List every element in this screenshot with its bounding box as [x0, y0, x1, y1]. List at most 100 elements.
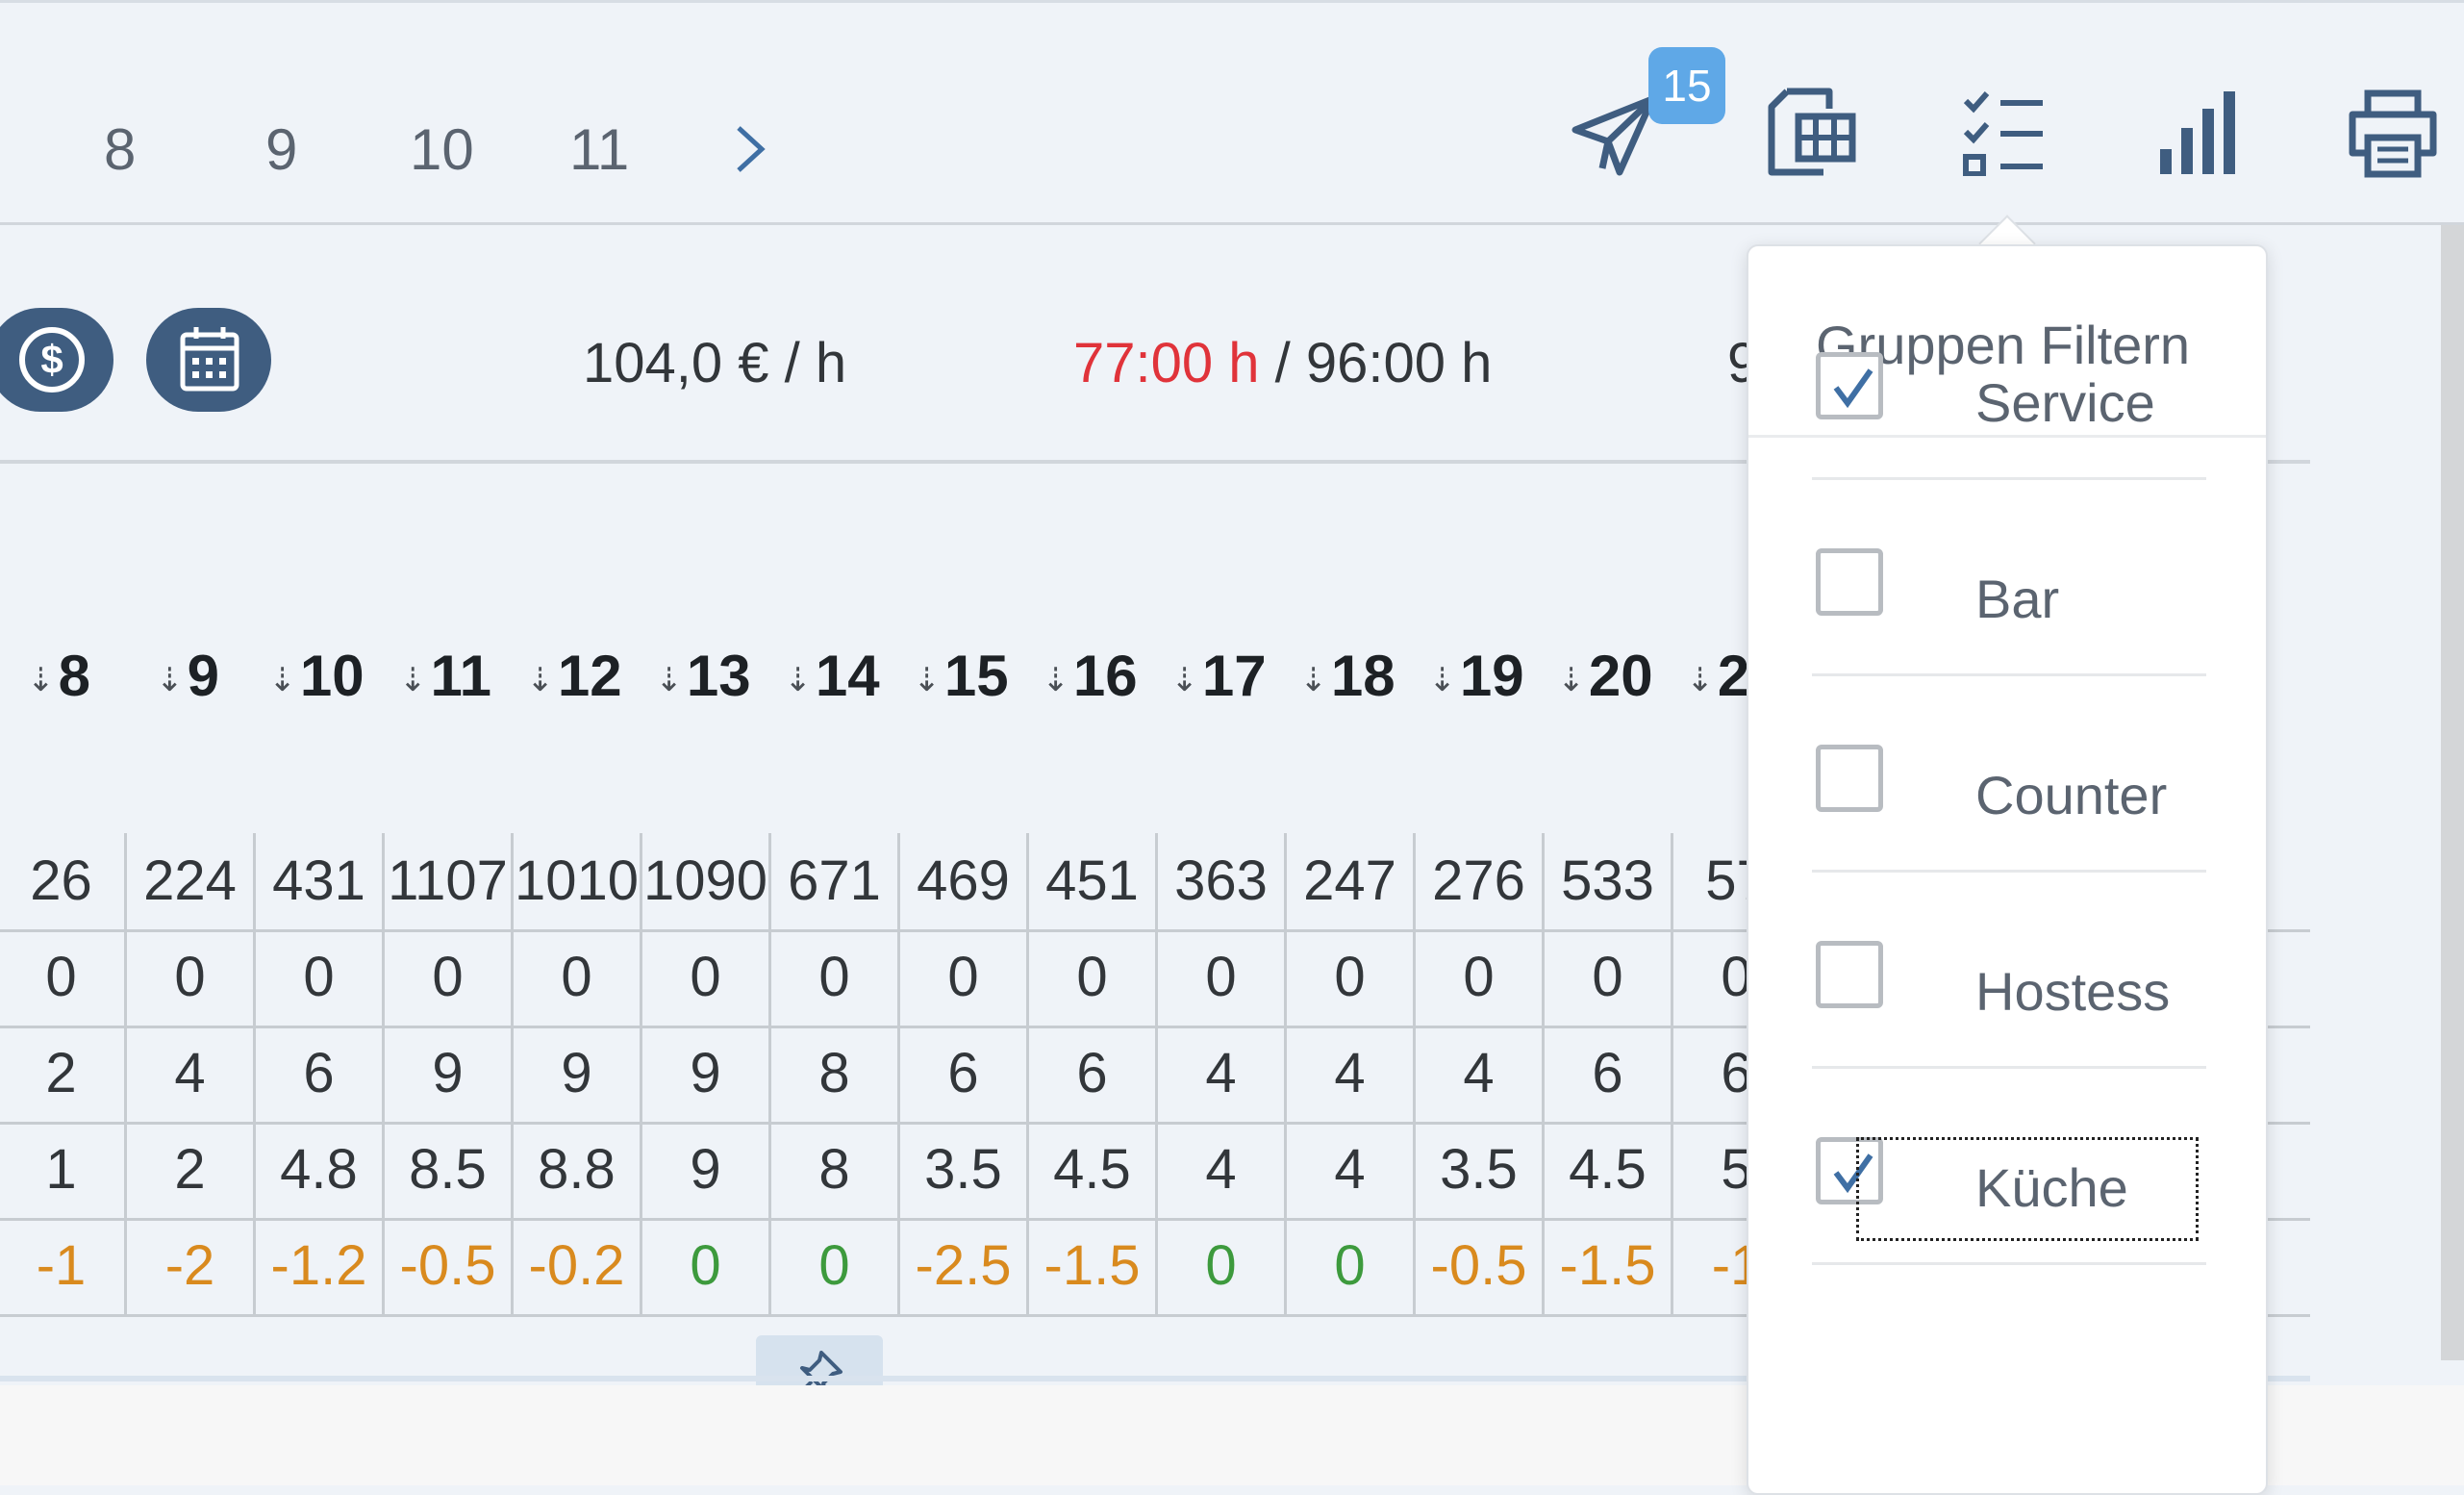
hour-header-14[interactable]: ⇣14: [767, 643, 896, 709]
table-cell: 4.5: [1545, 1122, 1673, 1218]
table-cell: 6: [1029, 1026, 1158, 1122]
sort-icon[interactable]: ⇣: [1557, 662, 1585, 698]
table-cell: 0: [1287, 1218, 1416, 1314]
checkmark-icon: [1833, 368, 1873, 409]
dollar-icon: $: [19, 327, 85, 393]
table-cell: 4.5: [1029, 1122, 1158, 1218]
sort-icon[interactable]: ⇣: [268, 662, 296, 698]
table-cell: 0: [1158, 1218, 1287, 1314]
sort-icon[interactable]: ⇣: [655, 662, 683, 698]
sort-icon[interactable]: ⇣: [27, 662, 55, 698]
filter-option-bar[interactable]: Bar: [1812, 477, 2206, 676]
filter-option-service[interactable]: Service: [1812, 281, 2206, 480]
table-cell: 0: [1029, 929, 1158, 1026]
table-cell: 0: [0, 929, 127, 1026]
hour-header-19[interactable]: ⇣19: [1412, 643, 1541, 709]
group-filter-popover: Gruppen Filtern Service Bar Counter Hostess…: [1747, 244, 2268, 1495]
filter-option-label: Hostess: [1975, 961, 2171, 1022]
hour-label: 12: [557, 644, 622, 708]
table-cell: 2: [127, 1122, 256, 1218]
hour-header-13[interactable]: ⇣13: [639, 643, 767, 709]
table-cell: 8: [771, 1122, 900, 1218]
checkbox[interactable]: [1816, 548, 1883, 616]
table-cell: 3.5: [900, 1122, 1029, 1218]
table-export-icon[interactable]: [1766, 86, 1858, 178]
sort-icon[interactable]: ⇣: [1428, 662, 1456, 698]
table-cell: 26: [0, 833, 127, 929]
chevron-right-icon[interactable]: [733, 124, 767, 174]
calendar-button[interactable]: [146, 308, 271, 412]
hours-actual: 77:00 h: [1073, 332, 1260, 394]
table-cell: -2: [127, 1218, 256, 1314]
checkbox[interactable]: [1816, 745, 1883, 812]
table-cell: 0: [1158, 929, 1287, 1026]
hour-header-20[interactable]: ⇣20: [1541, 643, 1670, 709]
hour-label: 20: [1588, 644, 1653, 708]
table-cell: 533: [1545, 833, 1673, 929]
table-cell: 0: [385, 929, 514, 1026]
table-cell: 363: [1158, 833, 1287, 929]
hour-header-18[interactable]: ⇣18: [1283, 643, 1412, 709]
hour-header-16[interactable]: ⇣16: [1025, 643, 1154, 709]
table-cell: 9: [642, 1026, 771, 1122]
hour-header-11[interactable]: ⇣11: [381, 643, 510, 709]
table-cell: -0.5: [1416, 1218, 1545, 1314]
table-cell: 4: [1416, 1026, 1545, 1122]
hour-header-12[interactable]: ⇣12: [510, 643, 639, 709]
table-cell: 8: [771, 1026, 900, 1122]
table-cell: 0: [642, 1218, 771, 1314]
sort-icon[interactable]: ⇣: [784, 662, 812, 698]
hour-label: 17: [1201, 644, 1267, 708]
page-link-10[interactable]: 10: [410, 116, 474, 183]
focus-outline: [1856, 1137, 2199, 1241]
table-cell: 4.8: [256, 1122, 385, 1218]
printer-icon[interactable]: [2347, 89, 2439, 178]
checkbox[interactable]: [1816, 352, 1883, 419]
table-cell: 1107: [385, 833, 514, 929]
sort-icon[interactable]: ⇣: [156, 662, 184, 698]
sort-icon[interactable]: ⇣: [913, 662, 941, 698]
sort-icon[interactable]: ⇣: [1042, 662, 1069, 698]
vertical-scrollbar[interactable]: [2441, 225, 2464, 1360]
table-cell: 0: [1416, 929, 1545, 1026]
table-cell: 4: [1287, 1122, 1416, 1218]
checkbox[interactable]: [1816, 941, 1883, 1008]
page-link-8[interactable]: 8: [104, 116, 136, 183]
table-cell: 0: [642, 929, 771, 1026]
table-cell: 276: [1416, 833, 1545, 929]
hourly-rate: 104,0 € / h: [583, 332, 847, 394]
hour-header-15[interactable]: ⇣15: [896, 643, 1025, 709]
table-cell: 0: [771, 929, 900, 1026]
table-cell: 0: [1287, 929, 1416, 1026]
table-cell: 469: [900, 833, 1029, 929]
cost-button[interactable]: $: [0, 308, 113, 412]
bar-chart-icon[interactable]: [2158, 89, 2239, 174]
hour-label: 8: [58, 644, 90, 708]
checklist-icon[interactable]: [1962, 91, 2045, 176]
page-link-9[interactable]: 9: [265, 116, 297, 183]
filter-option-hostess[interactable]: Hostess: [1812, 870, 2206, 1069]
sort-icon[interactable]: ⇣: [526, 662, 554, 698]
table-cell: 1010: [514, 833, 642, 929]
page-link-11[interactable]: 11: [569, 116, 629, 183]
sort-icon[interactable]: ⇣: [1170, 662, 1198, 698]
filter-option-counter[interactable]: Counter: [1812, 673, 2206, 873]
paper-plane-icon[interactable]: [1571, 91, 1658, 178]
hour-header-9[interactable]: ⇣9: [123, 643, 252, 709]
filter-option-label: Bar: [1975, 569, 2060, 629]
table-cell: 9: [642, 1122, 771, 1218]
sort-icon[interactable]: ⇣: [1299, 662, 1327, 698]
hour-header-10[interactable]: ⇣10: [252, 643, 381, 709]
table-cell: 9: [385, 1026, 514, 1122]
hour-header-17[interactable]: ⇣17: [1154, 643, 1283, 709]
table-cell: 0: [900, 929, 1029, 1026]
table-cell: 6: [256, 1026, 385, 1122]
sort-icon[interactable]: ⇣: [1686, 662, 1714, 698]
hour-header-8[interactable]: ⇣8: [0, 643, 123, 709]
hour-label: 16: [1072, 644, 1138, 708]
table-cell: 451: [1029, 833, 1158, 929]
sort-icon[interactable]: ⇣: [399, 662, 427, 698]
table-cell: -1.2: [256, 1218, 385, 1314]
svg-text:$: $: [40, 337, 63, 382]
table-cell: 1: [0, 1122, 127, 1218]
